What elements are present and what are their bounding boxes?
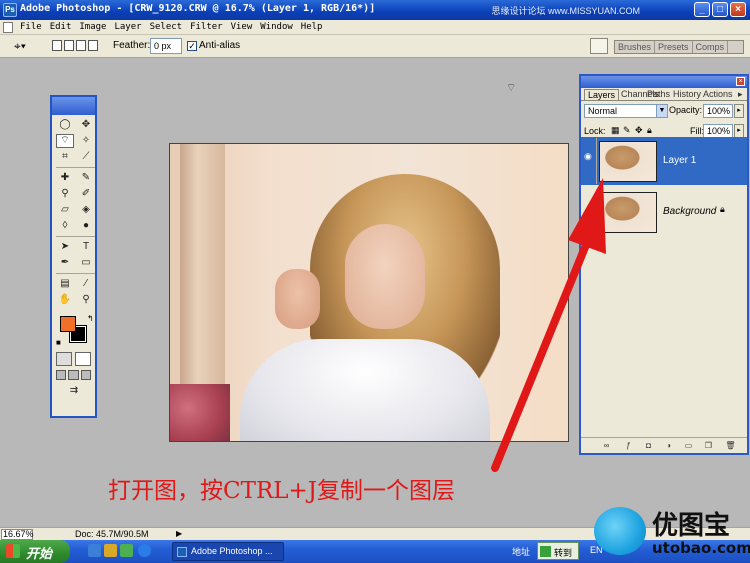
address-label: 地址 xyxy=(512,547,531,557)
status-menu-arrow-icon[interactable]: ▶ xyxy=(176,529,182,538)
instruction-caption: 打开图，按CTRL+J复制一个图层 xyxy=(108,478,456,504)
go-button[interactable]: 转到 xyxy=(537,542,579,560)
taskbar-photoshop-button[interactable]: Adobe Photoshop ... xyxy=(172,542,284,561)
quicklaunch-icon[interactable] xyxy=(120,544,133,557)
doc-size: Doc: 45.7M/90.5M xyxy=(75,529,149,539)
zoom-field[interactable]: 16.67% xyxy=(1,529,34,540)
ie-icon[interactable] xyxy=(138,544,151,557)
go-arrow-icon xyxy=(540,546,551,557)
start-button[interactable]: 开始 xyxy=(0,540,70,563)
utobao-watermark: 优图宝 utobao.com xyxy=(594,505,750,563)
foreground-color-swatch[interactable] xyxy=(60,316,76,332)
bird-logo-icon xyxy=(594,507,646,555)
quicklaunch-icon[interactable] xyxy=(104,544,117,557)
watermark-url: utobao.com xyxy=(652,539,750,557)
photoshop-icon xyxy=(177,547,187,557)
windows-logo-icon xyxy=(6,544,20,558)
watermark-brand: 优图宝 xyxy=(652,511,731,541)
desktop-icon[interactable] xyxy=(88,544,101,557)
